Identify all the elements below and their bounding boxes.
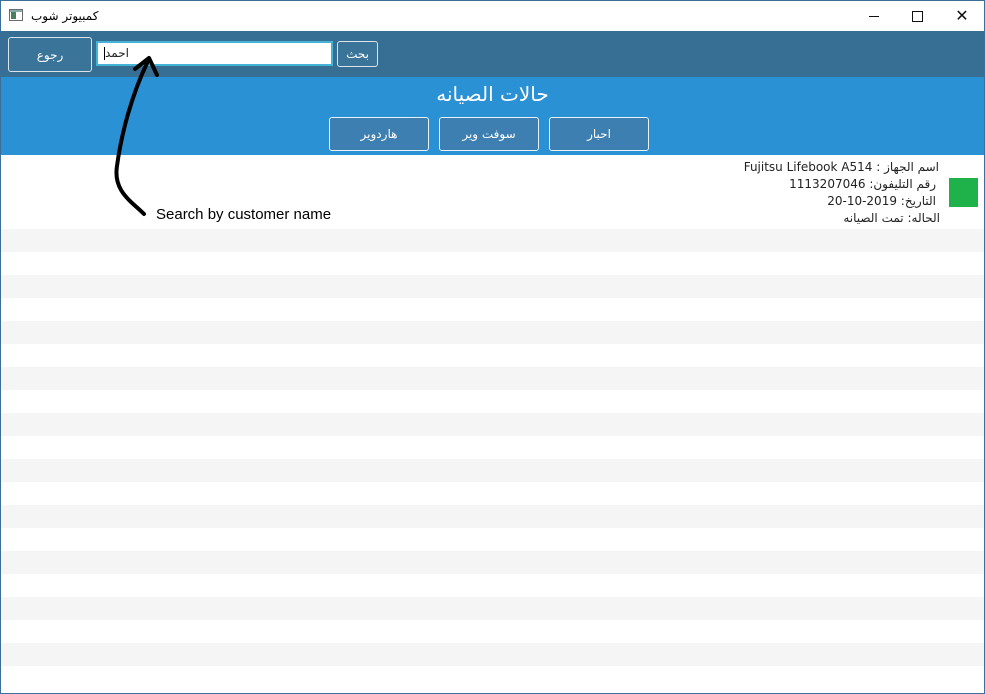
- search-button-label: بحث: [346, 47, 369, 61]
- device-value: Fujitsu Lifebook A514: [743, 160, 873, 174]
- minimize-icon: [869, 15, 879, 17]
- status-indicator: [949, 178, 978, 207]
- empty-row: [1, 505, 984, 528]
- maximize-icon: [911, 10, 923, 22]
- empty-row: [1, 275, 984, 298]
- phone-value: 1113207046: [789, 177, 866, 191]
- app-icon: [9, 9, 23, 21]
- date-value: 20-10-2019: [827, 194, 897, 208]
- search-button[interactable]: بحث: [337, 41, 378, 67]
- annotation-arrow-icon: [114, 56, 159, 216]
- annotation-text: Search by customer name: [156, 206, 332, 223]
- empty-row: [1, 643, 984, 666]
- minimize-button[interactable]: [851, 1, 897, 31]
- close-button[interactable]: ✕: [939, 1, 984, 31]
- status-label: الحاله:: [907, 211, 940, 225]
- empty-row: [1, 413, 984, 436]
- empty-row: [1, 459, 984, 482]
- filter-hardware-label: هاردوير: [360, 127, 398, 141]
- filter-software-label: سوفت وير: [462, 127, 516, 141]
- back-button[interactable]: رجوع: [8, 37, 92, 72]
- close-icon: ✕: [955, 6, 969, 25]
- window-title: كمبيوتر شوب: [31, 9, 99, 23]
- empty-row: [1, 597, 984, 620]
- date-line: التاريخ: 20-10-2019: [827, 193, 936, 209]
- status-value: تمت الصيانه: [843, 211, 904, 225]
- title-bar[interactable]: كمبيوتر شوب ✕: [1, 1, 984, 31]
- back-button-label: رجوع: [36, 47, 64, 62]
- filter-button-hardware[interactable]: هاردوير: [329, 117, 429, 151]
- status-line: الحاله: تمت الصيانه: [843, 210, 940, 226]
- empty-row: [1, 367, 984, 390]
- maintenance-list[interactable]: اسم الجهاز : Fujitsu Lifebook A514 رقم ا…: [1, 155, 984, 693]
- maximize-button[interactable]: [894, 1, 940, 31]
- device-line: اسم الجهاز : Fujitsu Lifebook A514: [744, 159, 939, 175]
- empty-row: [1, 551, 984, 574]
- app-window: كمبيوتر شوب ✕ رجوع احمد بحث حالات الصيان…: [0, 0, 985, 694]
- empty-row: [1, 321, 984, 344]
- device-label: اسم الجهاز :: [876, 160, 939, 174]
- filter-ink-label: احبار: [587, 127, 611, 141]
- phone-line: رقم التليفون: 1113207046: [789, 176, 936, 192]
- phone-label: رقم التليفون:: [869, 177, 936, 191]
- filter-button-ink[interactable]: احبار: [549, 117, 649, 151]
- filter-button-software[interactable]: سوفت وير: [439, 117, 539, 151]
- date-label: التاريخ:: [900, 194, 936, 208]
- empty-row: [1, 229, 984, 252]
